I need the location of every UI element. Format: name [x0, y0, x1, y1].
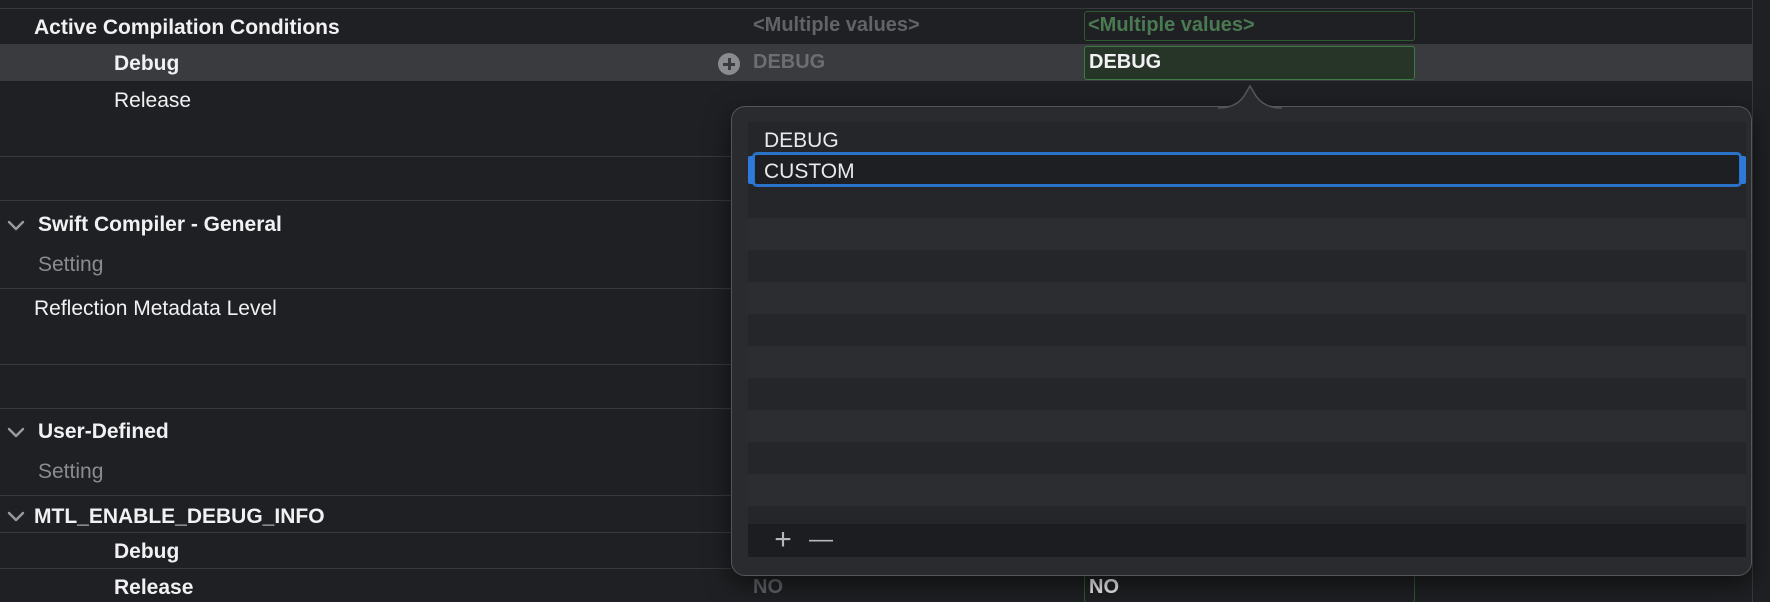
column-header-setting: Setting: [38, 460, 104, 483]
remove-value-button[interactable]: —: [808, 528, 834, 554]
section-title-swift-compiler-general: Swift Compiler - General: [38, 213, 282, 236]
divider: [0, 200, 731, 201]
divider: [0, 495, 731, 496]
popover-footer: + —: [748, 524, 1746, 557]
section-title-mtl-enable-debug-info: MTL_ENABLE_DEBUG_INFO: [34, 505, 325, 528]
list-item[interactable]: DEBUG: [764, 130, 839, 151]
scroll-track: [1752, 0, 1753, 602]
config-label-release: Release: [114, 576, 194, 599]
selection-edge: [1740, 156, 1746, 184]
chevron-down-icon[interactable]: [4, 504, 28, 528]
list-row-empty: [748, 410, 1746, 442]
section-title-active-compilation-conditions: Active Compilation Conditions: [34, 16, 340, 39]
selection-edge: [748, 156, 754, 184]
target-value-debug: DEBUG: [1089, 51, 1162, 73]
divider: [0, 408, 731, 409]
value-edit-field[interactable]: CUSTOM: [752, 152, 1742, 187]
target-value-release: NO: [1089, 576, 1119, 598]
target-value: <Multiple values>: [1088, 14, 1255, 36]
list-row-empty: [748, 218, 1746, 250]
values-list[interactable]: DEBUG CUSTOM: [748, 122, 1746, 524]
config-label-release: Release: [114, 89, 192, 112]
plus-circle-icon[interactable]: [718, 53, 740, 75]
list-row-empty: [748, 346, 1746, 378]
setting-reflection-metadata-level[interactable]: Reflection Metadata Level: [34, 298, 277, 319]
resolved-value-release: NO: [753, 576, 783, 598]
release-value-field[interactable]: [1084, 573, 1415, 602]
chevron-down-icon[interactable]: [4, 213, 28, 237]
build-settings-view: { "sections": { "active_compilation_cond…: [0, 0, 1770, 602]
add-value-button[interactable]: +: [770, 525, 796, 555]
debug-row[interactable]: [0, 44, 1752, 81]
divider: [0, 8, 1752, 9]
divider: [0, 364, 731, 365]
popover-arrow: [1218, 80, 1282, 110]
column-header-setting: Setting: [38, 253, 104, 276]
config-label-debug: Debug: [114, 540, 180, 563]
resolved-value-debug: DEBUG: [753, 51, 826, 73]
section-title-user-defined: User-Defined: [38, 420, 169, 443]
config-label-debug: Debug: [114, 52, 180, 75]
list-row-empty: [748, 474, 1746, 506]
resolved-value: <Multiple values>: [753, 14, 920, 36]
edit-field-value: CUSTOM: [764, 160, 855, 183]
divider: [0, 568, 731, 569]
divider: [0, 532, 731, 533]
divider: [0, 288, 731, 289]
divider: [0, 156, 731, 157]
chevron-down-icon[interactable]: [4, 420, 28, 444]
list-row-empty: [748, 282, 1746, 314]
